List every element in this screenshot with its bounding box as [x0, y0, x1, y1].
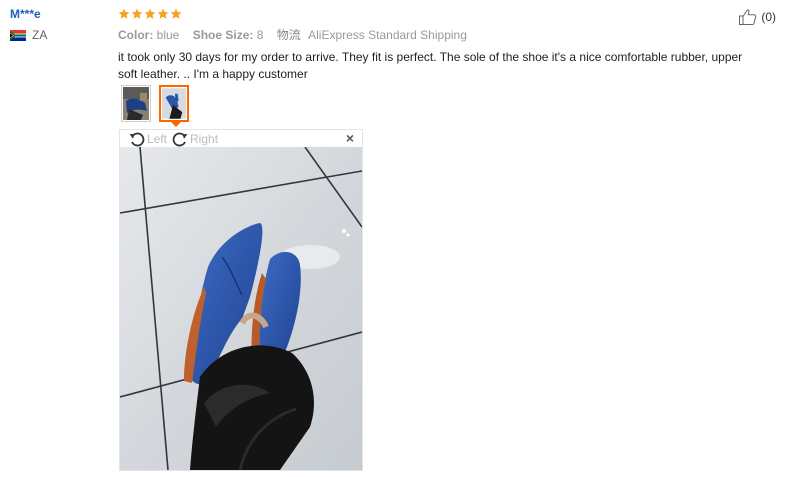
rotate-left-label: Left [147, 131, 168, 146]
review-photo-image [120, 147, 362, 470]
star-icon [157, 8, 169, 19]
rotate-left-button[interactable]: Left [128, 131, 167, 147]
close-icon[interactable]: × [346, 131, 354, 145]
thumbs-up-icon[interactable] [738, 8, 758, 26]
rotate-right-button[interactable]: Right [171, 131, 218, 147]
star-icon [131, 8, 143, 19]
review-photos [121, 85, 189, 122]
reviewer-name: M***e [10, 7, 41, 21]
rotate-right-label: Right [190, 131, 219, 146]
country-code: ZA [32, 28, 48, 42]
viewer-toolbar: Left Right × [120, 130, 362, 147]
shipping-label: 物流 [276, 28, 301, 42]
photo-thumbnail-image [162, 88, 186, 119]
review-text: it took only 30 days for my order to arr… [118, 50, 743, 81]
shipping-value: AliExpress Standard Shipping [308, 28, 467, 42]
photo-thumbnail-image [123, 87, 149, 120]
reviewer-info: M***e ZA [10, 6, 110, 42]
star-icon [118, 8, 130, 19]
star-rating [118, 6, 718, 22]
photo-thumbnail-2[interactable] [159, 85, 189, 122]
photo-thumbnail-1[interactable] [121, 85, 151, 122]
helpful-button[interactable]: (0) [738, 8, 776, 26]
star-icon [144, 8, 156, 19]
helpful-count: (0) [761, 10, 776, 24]
order-info: Color: blue Shoe Size: 8 物流 AliExpress S… [118, 27, 718, 43]
size-label: Shoe Size: [192, 28, 254, 42]
rotate-right-icon [172, 132, 188, 146]
color-label: Color: [118, 28, 154, 42]
reviewer-country: ZA [10, 28, 110, 42]
rotate-left-icon [129, 132, 145, 146]
size-value: 8 [256, 28, 264, 42]
star-icon [170, 8, 182, 19]
review-content: Color: blue Shoe Size: 8 物流 AliExpress S… [118, 6, 742, 83]
selected-thumbnail-pointer [171, 122, 181, 127]
south-africa-flag-icon [10, 29, 26, 41]
review-photo [120, 147, 362, 470]
photo-viewer: Left Right × [119, 129, 363, 471]
color-value: blue [156, 28, 180, 42]
